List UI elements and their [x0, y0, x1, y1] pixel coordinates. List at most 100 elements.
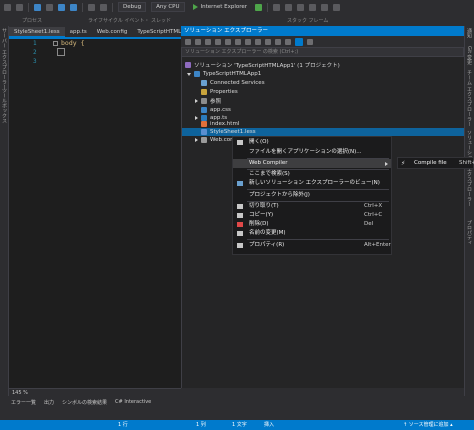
redo-icon[interactable]: [100, 3, 107, 11]
menu-item-new-se-view[interactable]: 新しいソリューション エクスプローラーのビュー(N): [233, 179, 391, 188]
step-over-icon[interactable]: [309, 3, 317, 11]
pending-changes-filter-icon[interactable]: [225, 38, 231, 45]
undo-icon[interactable]: [88, 3, 95, 11]
menu-separator: [247, 239, 389, 240]
menu-item-cut[interactable]: 切り取り(T) Ctrl+X: [233, 202, 391, 211]
tree-item-label: TypeScriptHTMLApp1: [203, 71, 262, 77]
forward-icon[interactable]: [195, 38, 201, 45]
expand-arrow-icon[interactable]: [195, 116, 198, 120]
menu-item-properties[interactable]: プロパティ(R) Alt+Enter: [233, 241, 391, 250]
show-all-files-icon[interactable]: [265, 38, 271, 45]
tab-csharp-interactive[interactable]: C# Interactive: [115, 399, 151, 405]
config-file-icon: [201, 137, 207, 143]
team-explorer-tab[interactable]: チーム エクスプローラー: [466, 70, 473, 127]
tree-item-connected-services[interactable]: Connected Services: [201, 79, 265, 87]
menu-item-delete[interactable]: 削除(D) Del: [233, 220, 391, 229]
sync-icon[interactable]: [235, 38, 241, 45]
tree-item-references[interactable]: 参照: [195, 97, 221, 105]
references-icon: [201, 98, 207, 104]
tree-item-app-css[interactable]: app.css: [201, 106, 231, 114]
tab-output[interactable]: 出力: [44, 399, 54, 406]
save-all-icon[interactable]: [70, 3, 77, 11]
git-changes-tab[interactable]: Git 変更: [466, 46, 473, 65]
tree-item-label: index.html: [210, 121, 240, 127]
tree-item-label: 参照: [210, 99, 222, 105]
properties-tab[interactable]: プロパティ: [466, 220, 473, 245]
refresh-icon[interactable]: [245, 38, 251, 45]
tree-item-label: Connected Services: [210, 80, 265, 86]
tree-item-index-html[interactable]: index.html: [201, 120, 239, 128]
wrench-icon: [201, 89, 207, 95]
toolbar-separator: [82, 2, 83, 12]
back-icon[interactable]: [185, 38, 191, 45]
home-icon[interactable]: [205, 38, 211, 45]
switch-views-icon[interactable]: [215, 38, 221, 45]
save-icon[interactable]: [58, 3, 65, 11]
left-tool-strip: サーバー エクスプローラー ツールボックス: [0, 26, 9, 396]
pause-icon[interactable]: [273, 3, 281, 11]
navigate-back-icon[interactable]: [4, 3, 11, 11]
wrench-icon: [237, 243, 243, 248]
preview-icon[interactable]: [285, 38, 291, 45]
solution-explorer-search-input[interactable]: ソリューション エクスプローラー の検索 (Ctrl+;): [181, 47, 464, 57]
tree-item-properties[interactable]: Properties: [201, 88, 238, 96]
step-into-icon[interactable]: [321, 3, 329, 11]
menu-item-copy[interactable]: コピー(Y) Ctrl+C: [233, 211, 391, 220]
expand-arrow-icon[interactable]: [187, 72, 191, 76]
process-label: プロセス: [22, 17, 43, 24]
open-file-icon[interactable]: [46, 3, 53, 11]
editor-zoom-level[interactable]: 145 %: [9, 388, 181, 397]
play-icon: [192, 4, 198, 10]
navigate-forward-icon[interactable]: [16, 3, 23, 11]
solution-icon: [185, 62, 191, 68]
tab-stylesheet1-less[interactable]: StyleSheet1.less: [9, 27, 65, 37]
step-out-icon[interactable]: [333, 3, 341, 11]
tree-item-label: app.css: [210, 107, 231, 113]
menu-item-rename[interactable]: 名前の変更(M): [233, 229, 391, 238]
start-debugging-button[interactable]: Internet Explorer: [190, 2, 251, 12]
wrench-icon[interactable]: [295, 37, 303, 46]
text-cursor: [57, 48, 65, 56]
menu-item-open[interactable]: 開く(O): [233, 138, 391, 147]
properties-icon[interactable]: [275, 38, 281, 45]
solution-explorer-title[interactable]: ソリューション エクスプローラー: [181, 26, 464, 36]
code-editor[interactable]: 1 2 3 body {: [9, 37, 181, 388]
tab-web-config[interactable]: Web.config: [92, 27, 133, 37]
project-icon: [194, 71, 200, 77]
restart-icon[interactable]: [297, 3, 305, 11]
collapse-all-icon[interactable]: [255, 38, 261, 45]
tab-typescripthtmlapp1[interactable]: TypeScriptHTMLApp1: [132, 27, 181, 37]
menu-item-open-with[interactable]: ファイルを開くアプリケーションの選択(N)...: [233, 148, 391, 157]
menu-item-scope-to-this[interactable]: ここまで検索(S): [233, 170, 391, 179]
tab-app-ts[interactable]: app.ts: [65, 27, 92, 37]
minus-icon[interactable]: [307, 38, 313, 45]
status-column: 1 列: [196, 422, 206, 428]
line-number: 1: [33, 40, 37, 47]
run-target-label: Internet Explorer: [200, 4, 248, 10]
new-project-icon[interactable]: [34, 3, 41, 11]
line-number: 2: [33, 49, 37, 56]
delete-icon: [237, 222, 243, 227]
menu-item-compile-file[interactable]: Compile file: [414, 158, 447, 169]
expand-arrow-icon[interactable]: [195, 99, 198, 103]
cut-icon: [237, 204, 243, 209]
config-select[interactable]: Debug: [118, 2, 147, 12]
stop-icon[interactable]: [285, 3, 293, 11]
server-explorer-tab[interactable]: サーバー エクスプローラー: [1, 28, 8, 90]
add-to-source-control-button[interactable]: ↑ ソース管理に追加 ▴: [403, 420, 453, 430]
tab-find-symbol-results[interactable]: シンボルの検索結果: [62, 399, 107, 406]
platform-select[interactable]: Any CPU: [151, 2, 185, 12]
tree-item-solution[interactable]: ソリューション 'TypeScriptHTMLApp1' (1 プロジェクト): [185, 61, 340, 69]
submenu-arrow-icon: [385, 162, 388, 166]
refresh-browser-icon[interactable]: [255, 3, 263, 11]
tab-error-list[interactable]: エラー一覧: [11, 399, 36, 406]
less-file-icon: [201, 129, 207, 135]
toolbox-tab[interactable]: ツールボックス: [1, 88, 8, 123]
tree-item-project[interactable]: TypeScriptHTMLApp1: [187, 70, 261, 78]
tree-item-stylesheet1-less[interactable]: StyleSheet1.less: [201, 128, 256, 136]
outline-collapse-icon[interactable]: [53, 41, 58, 46]
notifications-tab[interactable]: 通知: [466, 28, 473, 38]
menu-item-web-compiler[interactable]: Web Compiler: [233, 159, 391, 168]
menu-item-exclude-from-project[interactable]: プロジェクトから除外(J): [233, 191, 391, 200]
expand-arrow-icon[interactable]: [195, 138, 198, 142]
